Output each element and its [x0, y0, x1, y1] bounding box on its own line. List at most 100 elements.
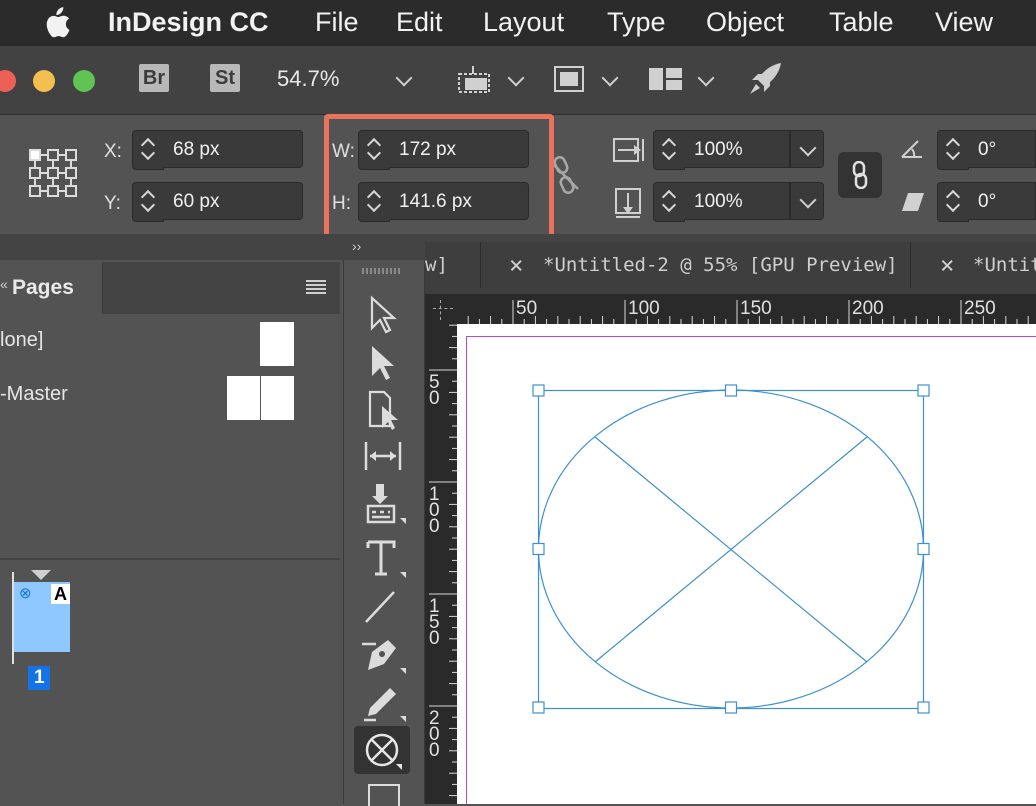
reference-point-icon[interactable]: [28, 148, 80, 200]
application-bar: Br St 54.7%: [0, 46, 1036, 115]
resize-handle[interactable]: [917, 542, 930, 556]
y-stepper[interactable]: [132, 182, 164, 222]
scale-y-field[interactable]: 100%: [684, 182, 790, 220]
panel-menu-icon[interactable]: [306, 280, 326, 294]
resize-handle[interactable]: [724, 701, 738, 714]
shear-stepper[interactable]: [937, 182, 969, 222]
vertical-ruler[interactable]: 5 0 1 0 0 1 5 0 2 0 0: [425, 324, 457, 804]
a-master-thumb-right[interactable]: [261, 376, 294, 420]
scale-x-stepper[interactable]: [653, 130, 685, 170]
pages-panel-header: [102, 262, 340, 314]
ruler-label: 200: [429, 708, 440, 761]
x-stepper[interactable]: [132, 130, 164, 170]
zoom-level[interactable]: 54.7%: [277, 66, 339, 92]
stock-button[interactable]: St: [210, 64, 240, 92]
scale-y-icon: [615, 188, 641, 218]
resize-handle[interactable]: [917, 384, 930, 397]
margin-guide-left: [466, 336, 467, 804]
graphic-frame[interactable]: [530, 382, 932, 716]
panel-grip: [362, 268, 402, 274]
content-collector-tool-icon[interactable]: [358, 482, 408, 526]
pen-tool-icon[interactable]: [358, 632, 408, 676]
menu-type[interactable]: Type: [607, 7, 666, 38]
zoom-window-button[interactable]: [73, 70, 95, 92]
publish-online-icon[interactable]: [748, 60, 784, 96]
scale-y-stepper[interactable]: [653, 182, 685, 222]
direct-selection-tool-icon[interactable]: [358, 340, 408, 384]
menu-file[interactable]: File: [315, 7, 359, 38]
page-number-badge[interactable]: 1: [28, 666, 50, 690]
screen-mode-icon[interactable]: [552, 64, 586, 94]
rotation-angle-icon: [901, 140, 922, 158]
minimize-window-button[interactable]: [33, 70, 55, 92]
gap-tool-icon[interactable]: [358, 434, 408, 478]
page-number: 1: [34, 667, 45, 688]
resize-handle[interactable]: [532, 542, 545, 556]
constrain-proportions-icon[interactable]: [550, 155, 580, 195]
scale-x-field[interactable]: 100%: [684, 130, 790, 168]
shear-angle-icon: [902, 193, 924, 211]
margin-guide-top: [466, 336, 1036, 337]
app-name[interactable]: InDesign CC: [108, 7, 269, 38]
constrain-scale-button[interactable]: [838, 152, 882, 198]
tab-partial-left[interactable]: w]: [425, 242, 448, 288]
selection-tool-icon[interactable]: [358, 292, 408, 336]
chevron-down-icon[interactable]: [395, 69, 413, 87]
x-field[interactable]: 68 px: [163, 130, 303, 168]
document-tabs: w] × *Untitled-2 @ 55% [GPU Preview] × *…: [425, 242, 1036, 294]
chevron-down-icon: [799, 191, 817, 209]
tab-divider: [910, 242, 911, 288]
type-tool-icon[interactable]: [358, 536, 408, 580]
shear-field[interactable]: 0°: [968, 182, 1036, 220]
close-window-button[interactable]: [0, 70, 16, 92]
ruler-label: 200: [852, 298, 884, 319]
current-page-triangle: [31, 570, 51, 580]
view-options-icon[interactable]: [455, 64, 495, 94]
resize-handle[interactable]: [532, 701, 545, 714]
a-master-thumb-left[interactable]: [227, 376, 260, 420]
rectangle-frame-tool-icon: [365, 733, 402, 770]
rectangle-tool-icon[interactable]: [368, 784, 400, 806]
pages-tab[interactable]: « Pages: [0, 262, 103, 314]
rotation-stepper[interactable]: [937, 130, 969, 170]
pages-tab-label: Pages: [12, 276, 74, 299]
menu-layout[interactable]: Layout: [483, 7, 564, 38]
frame-tool-active[interactable]: [354, 726, 410, 774]
arrange-documents-icon[interactable]: [648, 66, 684, 92]
y-field[interactable]: 60 px: [163, 182, 303, 220]
master-prefix-badge: A: [51, 584, 70, 604]
rotation-field[interactable]: 0°: [968, 130, 1036, 168]
highlight-box: [324, 114, 554, 242]
resize-handle[interactable]: [532, 384, 545, 397]
a-master-item[interactable]: -Master: [0, 383, 68, 406]
menu-object[interactable]: Object: [706, 7, 784, 38]
resize-handle[interactable]: [917, 701, 930, 714]
menu-table[interactable]: Table: [829, 7, 894, 38]
x-label: X:: [104, 141, 122, 162]
scale-y-dropdown[interactable]: [790, 182, 824, 220]
scale-x-icon: [613, 138, 644, 162]
menu-edit[interactable]: Edit: [396, 7, 443, 38]
chevron-down-icon[interactable]: [697, 69, 715, 87]
collapse-icon[interactable]: ››: [352, 238, 361, 254]
scale-x-dropdown[interactable]: [790, 130, 824, 168]
menu-view[interactable]: View: [935, 7, 993, 38]
resize-handle[interactable]: [724, 384, 738, 397]
apple-icon[interactable]: [42, 7, 70, 39]
y-label: Y:: [104, 193, 121, 214]
close-icon[interactable]: ×: [509, 242, 523, 288]
close-icon[interactable]: ×: [940, 242, 954, 288]
none-master-item[interactable]: lone]: [0, 329, 43, 352]
horizontal-ruler[interactable]: 50 100 150 200 250: [425, 294, 1036, 324]
pencil-tool-icon[interactable]: [358, 680, 408, 724]
tab-partial-right[interactable]: *Untit: [973, 242, 1036, 288]
tab-untitled-2[interactable]: *Untitled-2 @ 55% [GPU Preview]: [543, 242, 898, 288]
ruler-label: 50: [516, 298, 537, 319]
line-tool-icon[interactable]: [358, 584, 408, 628]
bridge-button[interactable]: Br: [139, 64, 169, 92]
page-tool-icon[interactable]: [358, 388, 408, 432]
none-master-thumb[interactable]: [260, 322, 294, 366]
chevron-down-icon[interactable]: [507, 69, 525, 87]
ruler-origin[interactable]: [425, 294, 457, 324]
chevron-down-icon[interactable]: [601, 69, 619, 87]
